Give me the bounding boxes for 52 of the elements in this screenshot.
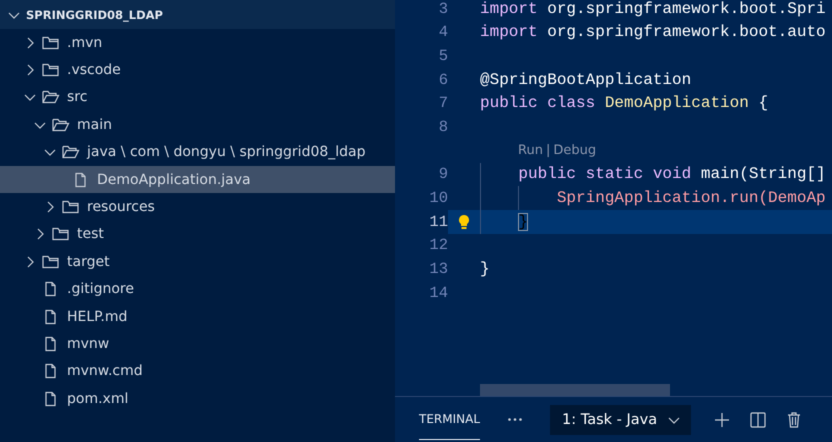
folder-tree-item[interactable]: src <box>0 84 395 112</box>
folder-icon <box>62 200 80 214</box>
folder-tree-item[interactable]: .vscode <box>0 56 395 84</box>
more-icon <box>508 418 522 421</box>
folder-tree-item[interactable]: java \ com \ dongyu \ springgrid08_ldap <box>0 138 395 166</box>
code-line: } <box>517 212 528 231</box>
codelens-link[interactable]: Debug <box>553 143 596 158</box>
line-number: 5 <box>438 47 448 66</box>
file-tree-item[interactable]: DemoApplication.java <box>0 166 395 194</box>
open-folder-icon <box>52 118 70 132</box>
panel-tab[interactable]: TERMINAL <box>419 400 480 440</box>
code-line: public static void main(String[] <box>517 165 826 184</box>
code-line: SpringApplication.run(DemoAp <box>556 189 826 208</box>
code-line: public class DemoApplication { <box>480 94 768 112</box>
line-number: 8 <box>438 118 448 136</box>
folder-tree-item[interactable]: main <box>0 111 395 139</box>
file-tree-item[interactable]: HELP.md <box>0 302 395 330</box>
file-tree-item[interactable]: mvnw.cmd <box>0 358 395 386</box>
code-line: @SpringBootApplication <box>480 70 692 89</box>
line-number: 6 <box>438 70 448 89</box>
open-folder-icon <box>42 90 60 104</box>
horizontal-scrollbar-thumb[interactable] <box>480 384 670 396</box>
folder-tree-item[interactable]: test <box>0 220 395 248</box>
folder-icon <box>42 36 60 50</box>
file-tree-item[interactable]: mvnw <box>0 330 395 358</box>
line-number: 14 <box>428 284 448 302</box>
file-tree-item[interactable]: pom.xml <box>0 385 395 412</box>
folder-icon <box>52 227 70 242</box>
file-tree-item[interactable]: .gitignore <box>0 276 395 303</box>
codelens-separator: | <box>546 143 550 158</box>
line-number: 13 <box>428 260 448 278</box>
line-number: 11 <box>428 212 448 231</box>
line-number: 3 <box>438 0 448 18</box>
line-number: 10 <box>428 189 448 208</box>
line-number: 12 <box>428 236 448 254</box>
explorer-section-header[interactable]: SPRINGGRID08_LDAP <box>0 0 395 29</box>
open-folder-icon <box>62 145 80 160</box>
folder-tree-item[interactable]: resources <box>0 193 395 221</box>
line-number: 7 <box>438 94 448 112</box>
folder-tree-item[interactable]: .mvn <box>0 29 395 56</box>
folder-icon <box>42 63 60 78</box>
line-number: 9 <box>438 165 448 184</box>
folder-tree-item[interactable]: target <box>0 248 395 276</box>
line-number: 4 <box>438 23 448 42</box>
split-icon <box>749 410 768 428</box>
terminal-dropdown[interactable]: 1: Task - Java <box>550 404 692 434</box>
code-line: import org.springframework.boot.auto <box>480 23 826 42</box>
folder-icon <box>42 254 60 269</box>
code-line: import org.springframework.boot.Spri <box>480 0 826 18</box>
codelens-link[interactable]: Run <box>518 143 543 158</box>
plus-icon <box>713 410 732 428</box>
code-line: } <box>480 260 490 278</box>
